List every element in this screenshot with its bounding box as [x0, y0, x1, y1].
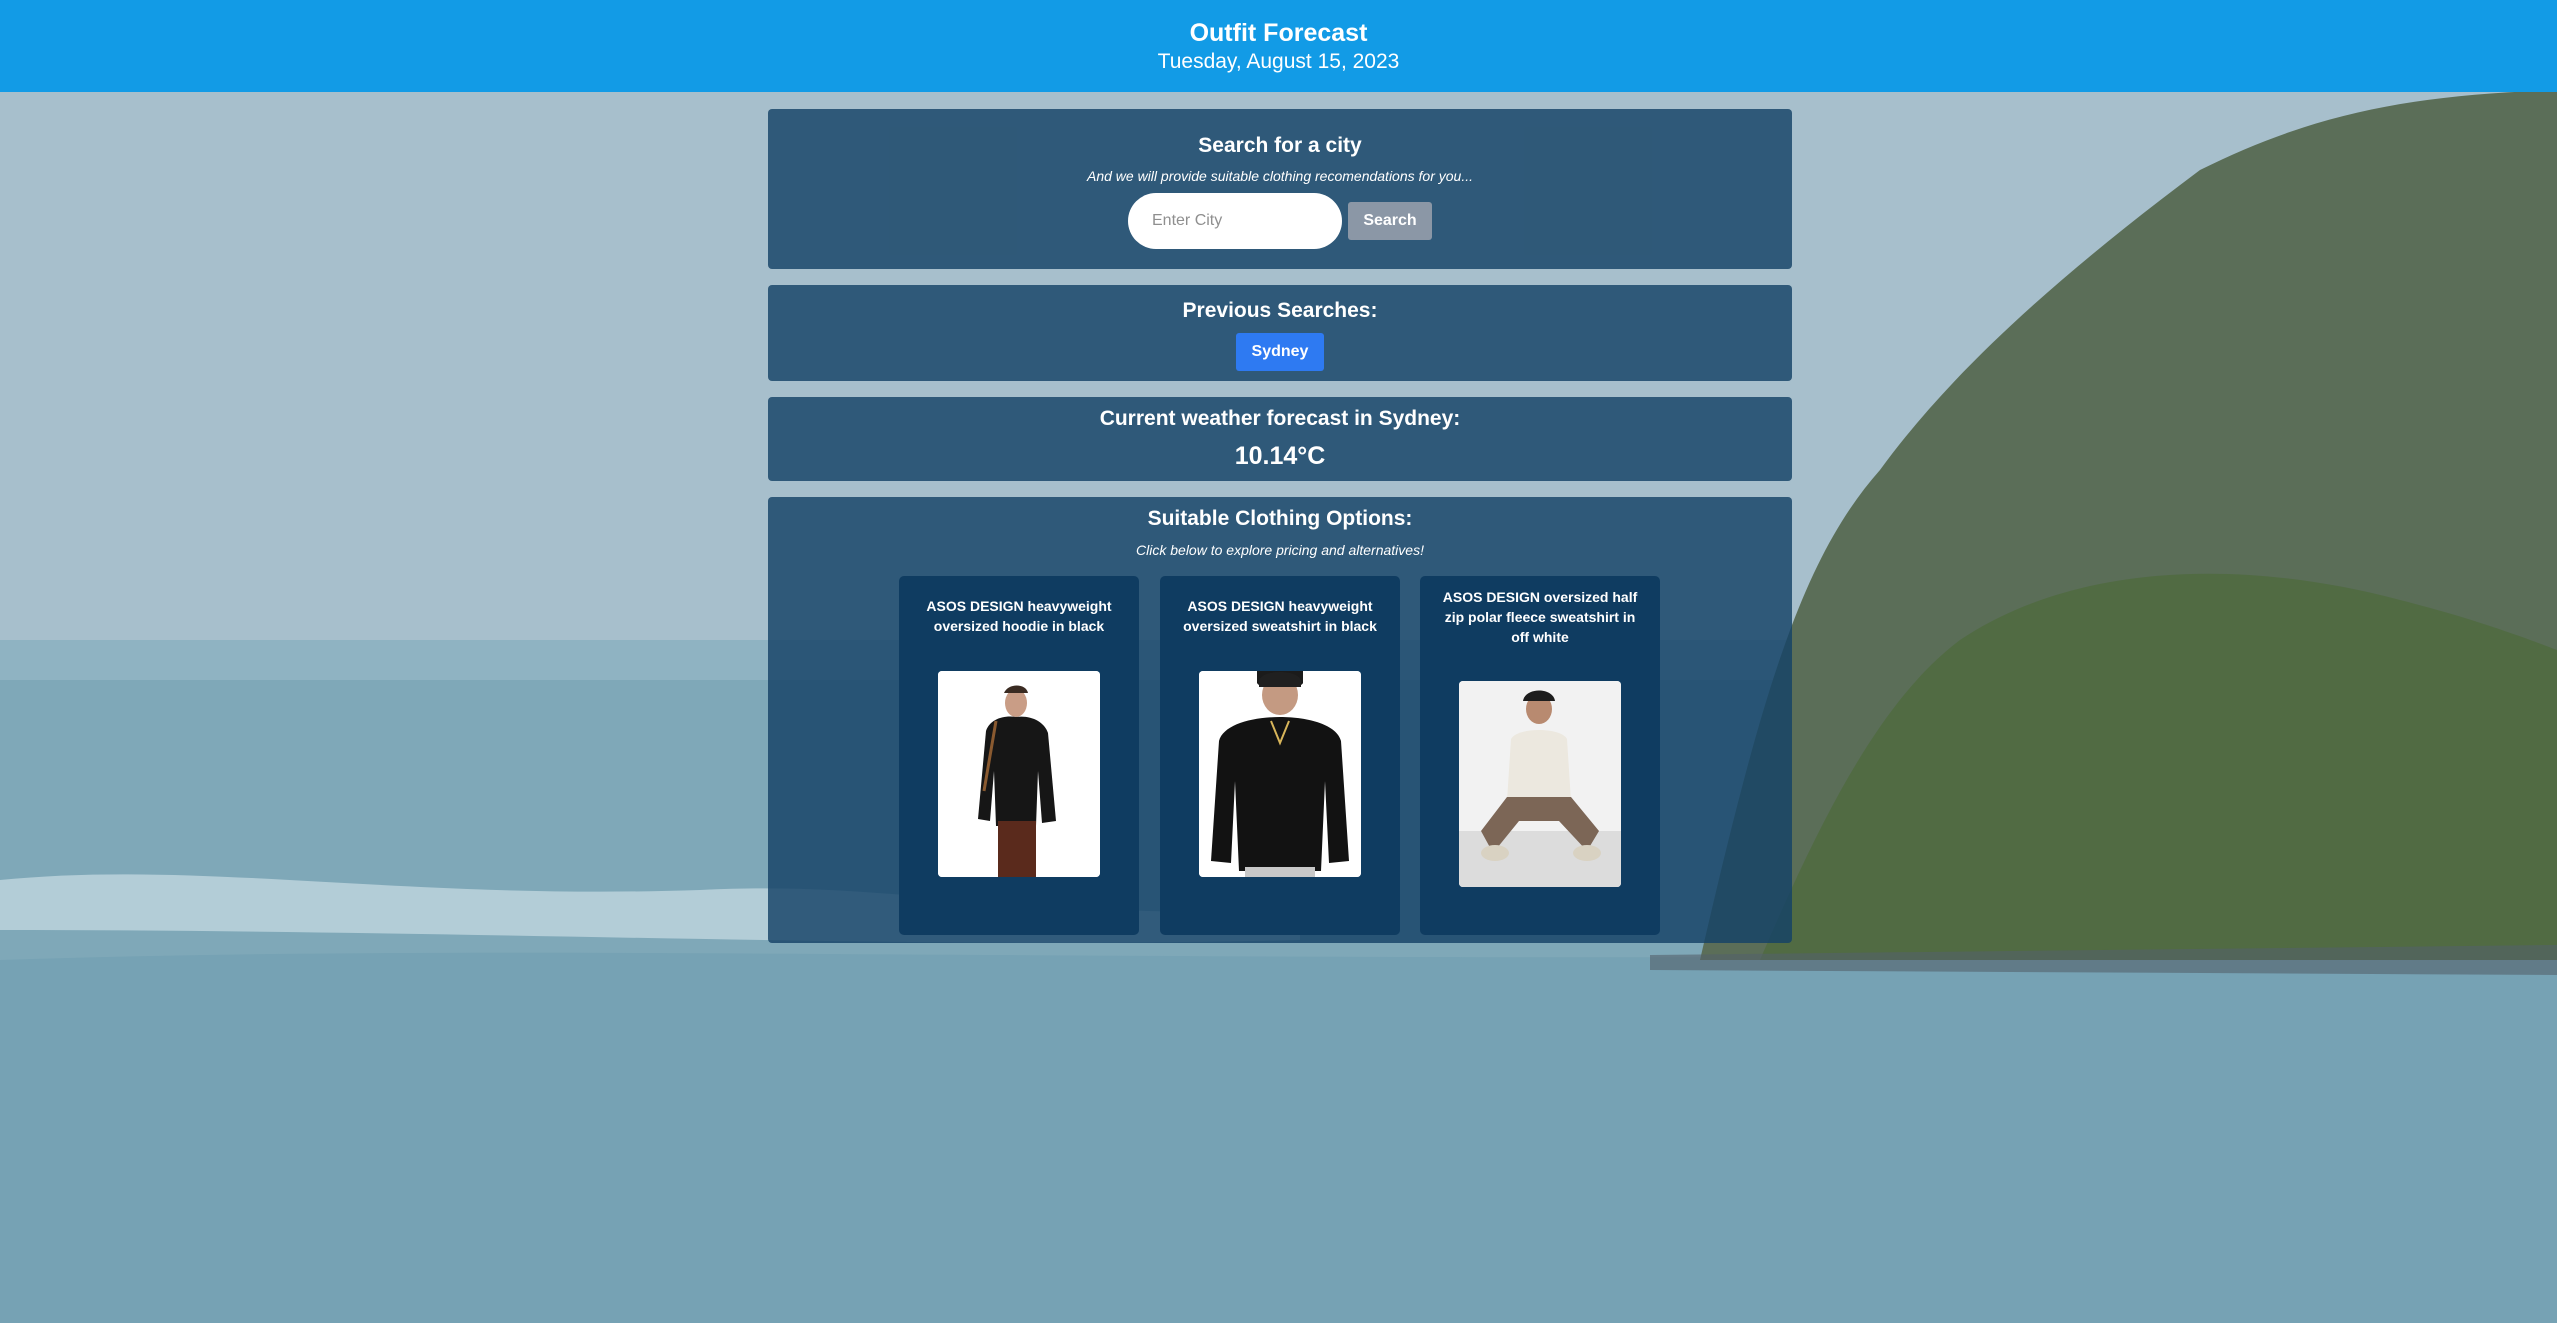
- previous-search-button-sydney[interactable]: Sydney: [1236, 333, 1324, 371]
- weather-heading: Current weather forecast in Sydney:: [1099, 407, 1461, 430]
- city-search-input[interactable]: [1128, 193, 1342, 249]
- city-search-panel: Search for a city And we will provide su…: [768, 109, 1792, 269]
- search-subtitle: And we will provide suitable clothing re…: [1087, 168, 1473, 184]
- clothing-card[interactable]: ASOS DESIGN oversized half zip polar fle…: [1420, 576, 1660, 935]
- clothing-subtitle: Click below to explore pricing and alter…: [1136, 542, 1424, 558]
- search-button[interactable]: Search: [1348, 202, 1432, 240]
- clothing-options-panel: Suitable Clothing Options: Click below t…: [768, 497, 1792, 943]
- previous-searches-heading: Previous Searches:: [1182, 299, 1378, 322]
- clothing-card-title: ASOS DESIGN heavyweight oversized sweats…: [1183, 598, 1377, 634]
- clothing-card-image[interactable]: [1199, 671, 1361, 877]
- clothing-card-image[interactable]: [1459, 681, 1621, 887]
- search-heading: Search for a city: [1198, 134, 1362, 157]
- clothing-card[interactable]: ASOS DESIGN heavyweight oversized sweats…: [1160, 576, 1400, 935]
- clothing-card-title: ASOS DESIGN oversized half zip polar fle…: [1442, 589, 1638, 645]
- clothing-card-image[interactable]: [938, 671, 1100, 877]
- app-title: Outfit Forecast: [1189, 19, 1368, 47]
- clothing-card-title: ASOS DESIGN heavyweight oversized hoodie…: [926, 598, 1112, 634]
- clothing-heading: Suitable Clothing Options:: [1147, 507, 1413, 530]
- current-date: Tuesday, August 15, 2023: [1157, 50, 1400, 73]
- temperature-value: 10.14°C: [1234, 442, 1326, 470]
- clothing-card[interactable]: ASOS DESIGN heavyweight oversized hoodie…: [899, 576, 1139, 935]
- search-form: Search: [768, 193, 1792, 249]
- app-header: Outfit Forecast Tuesday, August 15, 2023: [0, 0, 2557, 92]
- previous-searches-panel: Previous Searches: Sydney: [768, 285, 1792, 381]
- weather-panel: Current weather forecast in Sydney: 10.1…: [768, 397, 1792, 481]
